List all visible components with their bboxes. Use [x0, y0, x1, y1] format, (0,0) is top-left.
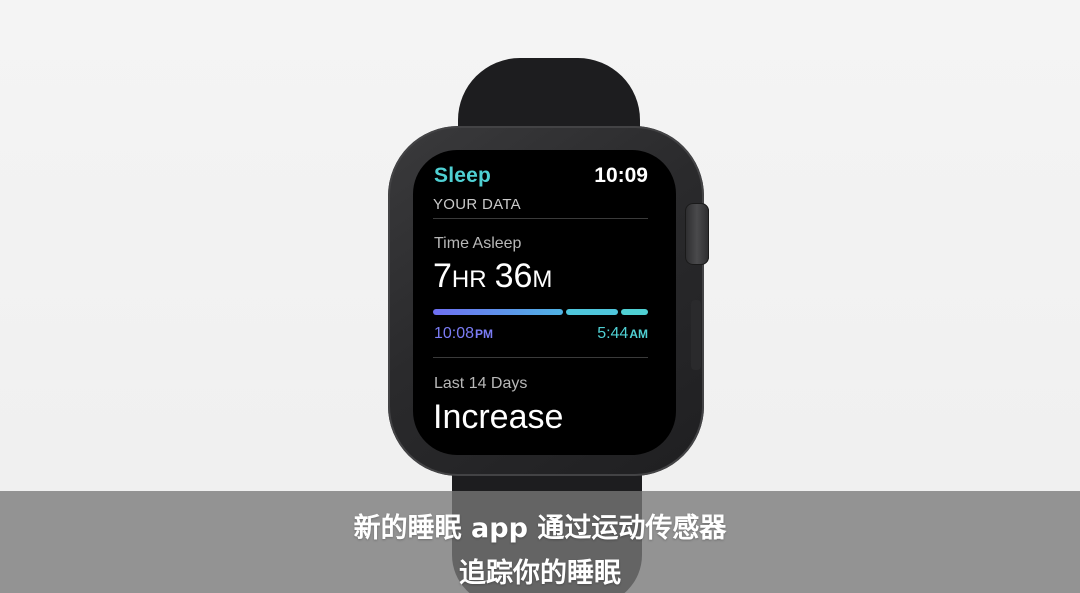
- clock: 10:09: [594, 164, 648, 187]
- time-asleep-label: Time Asleep: [434, 235, 522, 252]
- bedtime-suffix: PM: [475, 327, 494, 341]
- divider: [433, 357, 648, 358]
- trend-value: Increase: [433, 398, 564, 436]
- timeline-segment: [433, 309, 563, 315]
- subtitle-line-2: 追踪你的睡眠: [459, 558, 621, 589]
- digital-crown: [685, 203, 709, 265]
- time-asleep-value: 7HR 36M: [433, 259, 560, 293]
- wake-time-suffix: AM: [629, 327, 648, 341]
- minutes-unit: M: [532, 266, 553, 293]
- wake-time-value: 5:44: [597, 325, 629, 342]
- hours-unit: HR: [451, 266, 487, 293]
- trend-label: Last 14 Days: [434, 375, 528, 392]
- minutes-value: 36: [494, 257, 533, 295]
- watch-screen: Sleep 10:09 YOUR DATA Time Asleep 7HR 36M…: [413, 150, 676, 455]
- sleep-timeline: [433, 309, 648, 315]
- bedtime-value: 10:08: [434, 325, 475, 342]
- subtitle-line-1: 新的睡眠 app 通过运动传感器: [353, 513, 727, 544]
- hours-value: 7: [433, 257, 452, 295]
- section-header: YOUR DATA: [433, 196, 521, 213]
- bedtime-label: 10:08PM: [434, 325, 493, 343]
- divider: [433, 218, 648, 219]
- timeline-segment: [566, 309, 618, 315]
- video-frame: Sleep 10:09 YOUR DATA Time Asleep 7HR 36M…: [0, 0, 1080, 593]
- timeline-segment: [621, 309, 648, 315]
- side-button: [691, 300, 701, 370]
- wake-time-label: 5:44AM: [597, 325, 648, 343]
- app-title: Sleep: [434, 164, 492, 187]
